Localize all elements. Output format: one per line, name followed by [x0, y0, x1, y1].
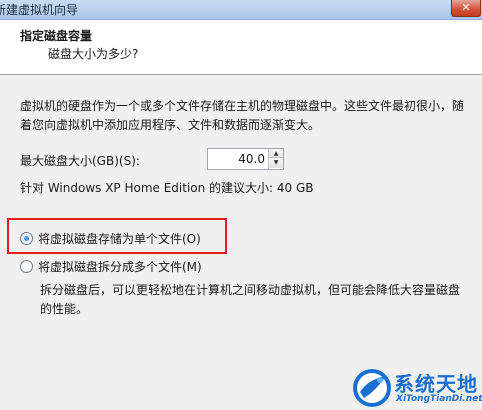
radio-checked-icon[interactable]	[20, 231, 33, 245]
multiple-files-description: 拆分磁盘后，可以更轻松地在计算机之间移动虚拟机，但可能会降低大容量磁盘的性能。	[40, 283, 461, 316]
radio-unchecked-icon[interactable]	[20, 259, 33, 273]
max-disk-size-stepper[interactable]: 40.0 ▲ ▼	[207, 148, 284, 170]
watermark-url: XiTongTianDi.net	[396, 394, 482, 404]
radio-single-file-label[interactable]: 将虚拟磁盘存储为单个文件(O)	[38, 230, 201, 247]
disk-description: 虚拟机的硬盘作为一个或多个文件存储在主机的物理磁盘中。这些文件最初很小，随着您向…	[20, 99, 465, 132]
watermark-name: 系统天地	[394, 372, 478, 396]
watermark-logo: 系统天地 XiTongTianDi.net	[350, 366, 482, 410]
window-title: 新建虚拟机向导	[0, 3, 79, 17]
close-icon: ✕	[461, 1, 471, 14]
max-disk-size-value[interactable]: 40.0	[208, 152, 265, 166]
stepper-up-icon[interactable]: ▲	[269, 149, 283, 158]
page-title: 指定磁盘容量	[20, 29, 93, 43]
radio-multiple-files-label[interactable]: 将虚拟磁盘拆分成多个文件(M)	[38, 258, 202, 275]
wizard-header: 指定磁盘容量 磁盘大小为多少?	[0, 20, 482, 75]
stepper-arrows: ▲ ▼	[268, 149, 283, 169]
recommended-size-text: 针对 Windows XP Home Edition 的建议大小: 40 GB	[20, 181, 314, 195]
radio-single-file[interactable]: 将虚拟磁盘存储为单个文件(O)	[20, 230, 201, 246]
page-subtitle: 磁盘大小为多少?	[48, 47, 139, 61]
wizard-content: 虚拟机的硬盘作为一个或多个文件存储在主机的物理磁盘中。这些文件最初很小，随着您向…	[0, 76, 482, 410]
title-bar: 新建虚拟机向导 ✕	[0, 0, 482, 20]
close-button[interactable]: ✕	[451, 0, 481, 17]
stepper-down-icon[interactable]: ▼	[269, 158, 283, 168]
max-disk-size-label: 最大磁盘大小(GB)(S):	[20, 154, 140, 168]
radio-multiple-files[interactable]: 将虚拟磁盘拆分成多个文件(M)	[20, 258, 202, 274]
watermark-icon	[353, 369, 391, 407]
